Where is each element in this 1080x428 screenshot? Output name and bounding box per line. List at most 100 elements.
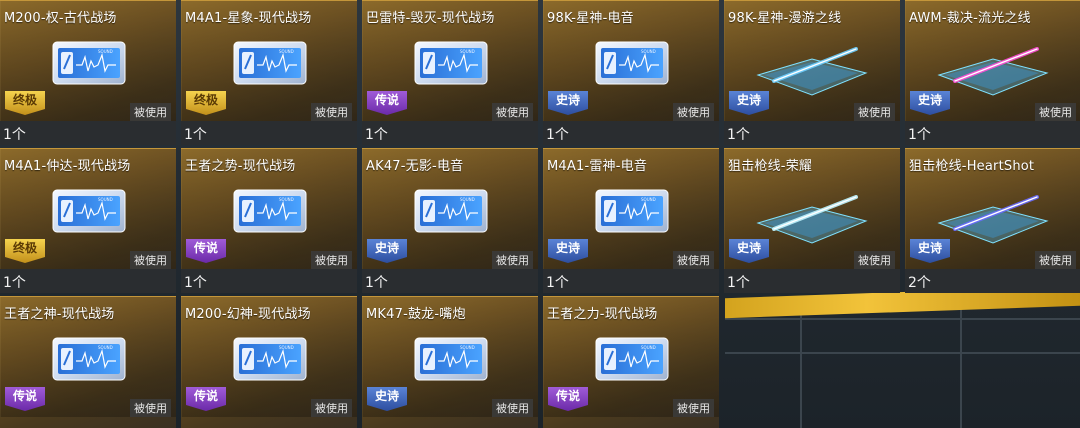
item-title: M200-权-古代战场 xyxy=(4,11,117,26)
card-footer: 1个 xyxy=(724,269,900,293)
svg-text:SOUND: SOUND xyxy=(460,49,475,54)
svg-text:SOUND: SOUND xyxy=(641,345,656,350)
laser-line-icon xyxy=(937,195,1049,244)
item-card[interactable]: M4A1-仲达-现代战场 SOUND 终极 被使用 1个 xyxy=(0,148,176,293)
sound-ticket-icon: SOUND xyxy=(52,41,126,85)
sound-ticket-icon: SOUND xyxy=(595,41,669,85)
used-status-label: 被使用 xyxy=(311,399,352,417)
svg-text:SOUND: SOUND xyxy=(98,197,113,202)
item-card[interactable]: AWM-裁决-流光之线 史诗 被使用 1个 xyxy=(905,0,1080,145)
card-footer: 1个 xyxy=(362,121,538,145)
item-image xyxy=(752,187,872,247)
item-image: SOUND xyxy=(595,337,669,381)
item-title: M4A1-雷神-电音 xyxy=(547,159,648,174)
item-image xyxy=(933,187,1053,247)
card-footer: 1个 xyxy=(724,121,900,145)
item-image: SOUND xyxy=(414,337,488,381)
sound-ticket-icon: SOUND xyxy=(52,337,126,381)
sound-ticket-icon: SOUND xyxy=(233,41,307,85)
item-count: 1个 xyxy=(727,275,750,291)
used-status-label: 被使用 xyxy=(130,251,171,269)
item-card[interactable]: M4A1-雷神-电音 SOUND 史诗 被使用 1个 xyxy=(543,148,719,293)
used-status-label: 被使用 xyxy=(854,103,895,121)
item-title: 王者之神-现代战场 xyxy=(4,307,115,322)
item-count: 1个 xyxy=(365,127,388,143)
card-footer: 1个 xyxy=(543,121,719,145)
svg-text:SOUND: SOUND xyxy=(98,49,113,54)
svg-text:SOUND: SOUND xyxy=(460,345,475,350)
item-title: 狙击枪线-HeartShot xyxy=(909,159,1035,174)
item-title: 狙击枪线-荣耀 xyxy=(728,159,813,174)
svg-text:SOUND: SOUND xyxy=(460,197,475,202)
item-title: 王者之力-现代战场 xyxy=(547,307,658,322)
item-card[interactable]: 巴雷特-毁灭-现代战场 SOUND 传说 被使用 1个 xyxy=(362,0,538,145)
used-status-label: 被使用 xyxy=(673,251,714,269)
item-card[interactable]: M4A1-星象-现代战场 SOUND 终极 被使用 1个 xyxy=(181,0,357,145)
sound-ticket-icon: SOUND xyxy=(233,189,307,233)
card-footer: 1个 xyxy=(543,269,719,293)
sound-ticket-icon: SOUND xyxy=(414,41,488,85)
card-footer: 1个 xyxy=(905,121,1080,145)
item-title: M4A1-仲达-现代战场 xyxy=(4,159,131,174)
item-image: SOUND xyxy=(233,41,307,85)
card-footer: 1个 xyxy=(181,269,357,293)
item-title: M4A1-星象-现代战场 xyxy=(185,11,312,26)
used-status-label: 被使用 xyxy=(130,103,171,121)
used-status-label: 被使用 xyxy=(492,103,533,121)
item-card[interactable]: 98K-星神-电音 SOUND 史诗 被使用 1个 xyxy=(543,0,719,145)
item-count: 2个 xyxy=(908,275,931,291)
item-image: SOUND xyxy=(233,189,307,233)
used-status-label: 被使用 xyxy=(130,399,171,417)
item-count: 1个 xyxy=(546,127,569,143)
item-image: SOUND xyxy=(595,41,669,85)
svg-text:SOUND: SOUND xyxy=(98,345,113,350)
used-status-label: 被使用 xyxy=(492,399,533,417)
item-title: AK47-无影-电音 xyxy=(366,159,464,174)
card-footer: 1个 xyxy=(181,121,357,145)
item-count: 1个 xyxy=(184,275,207,291)
svg-text:SOUND: SOUND xyxy=(641,197,656,202)
item-card[interactable]: 王者之力-现代战场 SOUND 传说 被使用 xyxy=(543,296,719,428)
item-count: 1个 xyxy=(727,127,750,143)
sound-ticket-icon: SOUND xyxy=(414,189,488,233)
sound-ticket-icon: SOUND xyxy=(595,337,669,381)
item-card[interactable]: 王者之势-现代战场 SOUND 传说 被使用 1个 xyxy=(181,148,357,293)
item-card[interactable]: MK47-鼓龙-嘴炮 SOUND 史诗 被使用 xyxy=(362,296,538,428)
item-image xyxy=(933,39,1053,99)
item-count: 1个 xyxy=(908,127,931,143)
laser-line-icon xyxy=(937,47,1049,96)
used-status-label: 被使用 xyxy=(492,251,533,269)
item-title: 98K-星神-漫游之线 xyxy=(728,11,842,26)
item-title: MK47-鼓龙-嘴炮 xyxy=(366,307,466,322)
item-image: SOUND xyxy=(52,41,126,85)
item-card[interactable]: 王者之神-现代战场 SOUND 传说 被使用 xyxy=(0,296,176,428)
card-footer: 2个 xyxy=(905,269,1080,293)
item-card[interactable]: 狙击枪线-HeartShot 史诗 被使用 2个 xyxy=(905,148,1080,293)
item-count: 1个 xyxy=(365,275,388,291)
item-card[interactable]: 98K-星神-漫游之线 史诗 被使用 1个 xyxy=(724,0,900,145)
item-grid: M200-权-古代战场 SOUND 终极被使用1个 M4A1-星象-现代战场 xyxy=(0,0,1080,428)
item-count: 1个 xyxy=(184,127,207,143)
item-image: SOUND xyxy=(52,337,126,381)
item-image: SOUND xyxy=(414,189,488,233)
sound-ticket-icon: SOUND xyxy=(414,337,488,381)
svg-text:SOUND: SOUND xyxy=(279,49,294,54)
item-title: 98K-星神-电音 xyxy=(547,11,634,26)
item-image: SOUND xyxy=(233,337,307,381)
used-status-label: 被使用 xyxy=(311,251,352,269)
card-footer: 1个 xyxy=(362,269,538,293)
item-card[interactable]: M200-幻神-现代战场 SOUND 传说 被使用 xyxy=(181,296,357,428)
used-status-label: 被使用 xyxy=(854,251,895,269)
item-title: 巴雷特-毁灭-现代战场 xyxy=(366,11,495,26)
svg-text:SOUND: SOUND xyxy=(279,197,294,202)
sound-ticket-icon: SOUND xyxy=(595,189,669,233)
item-count: 1个 xyxy=(3,275,26,291)
item-card[interactable]: AK47-无影-电音 SOUND 史诗 被使用 1个 xyxy=(362,148,538,293)
item-card[interactable]: 狙击枪线-荣耀 史诗 被使用 1个 xyxy=(724,148,900,293)
item-image: SOUND xyxy=(414,41,488,85)
item-card[interactable]: M200-权-古代战场 SOUND 终极 被使用 1个 xyxy=(0,0,176,145)
item-image: SOUND xyxy=(595,189,669,233)
card-footer: 1个 xyxy=(0,121,176,145)
item-image: SOUND xyxy=(52,189,126,233)
laser-line-icon xyxy=(756,195,868,244)
